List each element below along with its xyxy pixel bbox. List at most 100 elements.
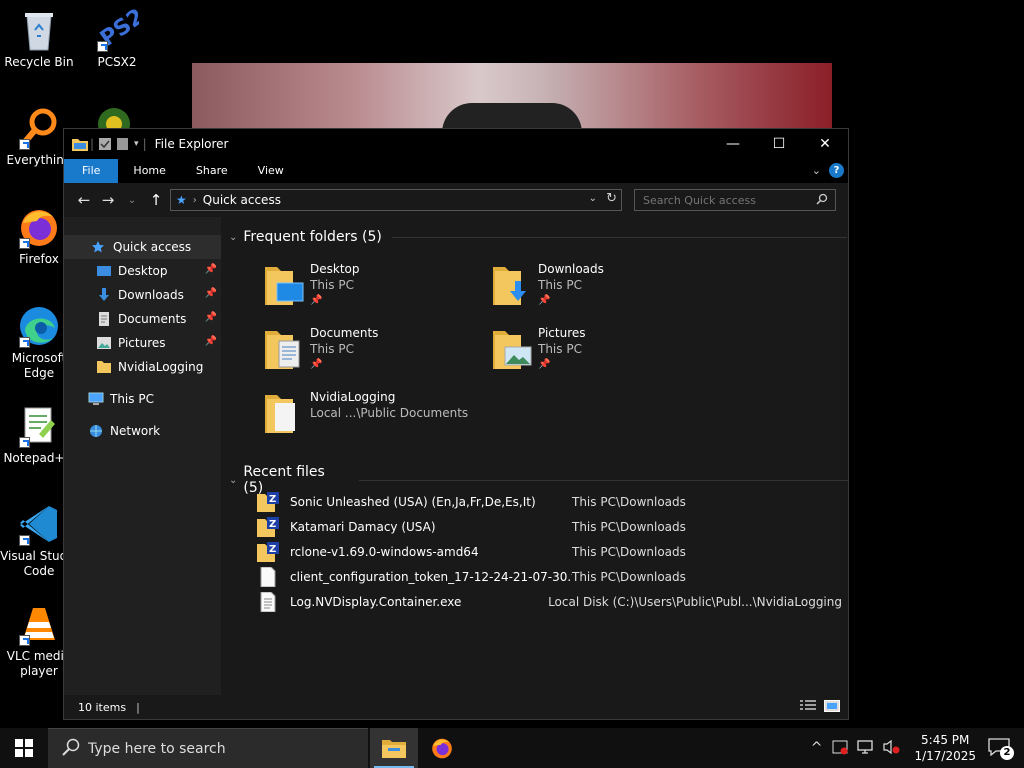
tab-share[interactable]: Share bbox=[181, 159, 243, 183]
expand-ribbon-chevron-icon[interactable]: ⌄ bbox=[812, 164, 821, 177]
game-icon bbox=[96, 106, 132, 140]
desktop-folder-icon bbox=[265, 261, 305, 309]
recent-file-row[interactable]: Z rclone-v1.69.0-windows-amd64 This PC\D… bbox=[257, 539, 842, 564]
navigation-bar: ← → ⌄ ↑ ★ › Quick access ⌄ ↻ bbox=[64, 183, 848, 217]
new-folder-icon[interactable] bbox=[116, 137, 130, 151]
up-arrow-icon[interactable]: ↑ bbox=[144, 191, 168, 209]
network-icon bbox=[88, 424, 104, 438]
nav-item-this-pc[interactable]: This PC bbox=[64, 387, 221, 411]
pin-icon[interactable]: 📌 bbox=[205, 336, 217, 347]
taskbar-firefox[interactable] bbox=[418, 728, 466, 768]
nav-item-desktop[interactable]: Desktop 📌 bbox=[64, 259, 221, 283]
svg-text:Z: Z bbox=[269, 544, 276, 555]
recent-file-row[interactable]: Z Katamari Damacy (USA) This PC\Download… bbox=[257, 514, 842, 539]
search-input[interactable] bbox=[635, 193, 805, 207]
title-bar[interactable]: | ▾ | File Explorer — ☐ ✕ bbox=[64, 129, 848, 159]
breadcrumb-separator-icon[interactable]: › bbox=[193, 195, 197, 206]
tab-home[interactable]: Home bbox=[118, 159, 180, 183]
large-icons-view-icon[interactable] bbox=[824, 700, 840, 715]
frequent-folder-desktop[interactable]: Desktop This PC 📌 bbox=[265, 261, 360, 309]
nav-item-documents[interactable]: Documents 📌 bbox=[64, 307, 221, 331]
start-button[interactable] bbox=[0, 728, 48, 768]
details-view-icon[interactable] bbox=[800, 700, 816, 715]
firefox-icon bbox=[17, 205, 61, 249]
search-box[interactable] bbox=[634, 189, 836, 211]
svg-text:Z: Z bbox=[269, 519, 276, 530]
everything-search-icon bbox=[17, 106, 61, 150]
search-icon bbox=[62, 738, 80, 759]
close-button[interactable]: ✕ bbox=[802, 129, 848, 159]
item-count: 10 items bbox=[78, 700, 127, 714]
pin-icon[interactable]: 📌 bbox=[205, 264, 217, 275]
file-explorer-window: | ▾ | File Explorer — ☐ ✕ File Home Shar… bbox=[63, 128, 849, 720]
pcsx2-icon: PS2 bbox=[95, 4, 149, 52]
pin-icon[interactable]: 📌 bbox=[205, 312, 217, 323]
downloads-folder-icon bbox=[493, 261, 533, 309]
folder-location: This PC bbox=[310, 278, 354, 292]
nav-item-downloads[interactable]: Downloads 📌 bbox=[64, 283, 221, 307]
archive-file-icon: Z bbox=[257, 516, 279, 537]
frequent-folder-nvidialogging[interactable]: NvidiaLogging Local ...\Public Documents bbox=[265, 389, 468, 437]
frequent-folder-downloads[interactable]: Downloads This PC 📌 bbox=[493, 261, 604, 309]
recent-file-row[interactable]: Z Sonic Unleashed (USA) (En,Ja,Fr,De,Es,… bbox=[257, 489, 842, 514]
volume-muted-icon[interactable] bbox=[882, 739, 900, 758]
taskbar: Type here to search ^ 5:45 PM 1/17/2025 … bbox=[0, 728, 1024, 768]
notifications-icon[interactable]: 2 bbox=[988, 738, 1014, 760]
folder-name: Pictures bbox=[538, 326, 586, 340]
star-icon bbox=[91, 240, 107, 254]
search-icon bbox=[816, 193, 828, 208]
nav-item-quick-access[interactable]: Quick access bbox=[64, 235, 221, 259]
address-dropdown-icon[interactable]: ⌄ bbox=[589, 193, 597, 204]
folder-name: NvidiaLogging bbox=[310, 390, 396, 404]
pin-icon[interactable]: 📌 bbox=[538, 357, 586, 373]
clock[interactable]: 5:45 PM 1/17/2025 bbox=[914, 732, 976, 764]
notification-count-badge: 2 bbox=[1000, 746, 1014, 760]
desktop-icon-recycle-bin[interactable]: Recycle Bin bbox=[0, 8, 78, 70]
minimize-button[interactable]: — bbox=[710, 129, 756, 159]
folder-name: Desktop bbox=[310, 262, 360, 276]
network-status-icon[interactable] bbox=[856, 739, 874, 758]
computer-icon bbox=[88, 392, 104, 406]
pin-icon[interactable]: 📌 bbox=[538, 293, 604, 309]
taskbar-search-box[interactable]: Type here to search bbox=[48, 728, 368, 768]
customize-toolbar-icon[interactable]: ▾ bbox=[134, 139, 139, 149]
tab-view[interactable]: View bbox=[243, 159, 299, 183]
pin-icon[interactable]: 📌 bbox=[310, 357, 378, 373]
taskbar-search-placeholder: Type here to search bbox=[88, 740, 226, 757]
recent-file-row[interactable]: client_configuration_token_17-12-24-21-0… bbox=[257, 564, 842, 589]
maximize-button[interactable]: ☐ bbox=[756, 129, 802, 159]
recent-locations-chevron-icon[interactable]: ⌄ bbox=[120, 195, 144, 206]
frequent-folder-pictures[interactable]: Pictures This PC 📌 bbox=[493, 325, 586, 373]
address-bar[interactable]: ★ › Quick access ⌄ ↻ bbox=[170, 189, 622, 211]
nav-item-nvidialogging[interactable]: NvidiaLogging bbox=[64, 355, 221, 379]
chevron-down-icon: ⌄ bbox=[229, 474, 238, 486]
desktop-icon-pcsx2[interactable]: PS2 PCSX2 bbox=[78, 4, 156, 70]
help-icon[interactable]: ? bbox=[829, 163, 844, 178]
window-title: File Explorer bbox=[154, 137, 229, 151]
frequent-folder-documents[interactable]: Documents This PC 📌 bbox=[265, 325, 378, 373]
tab-file[interactable]: File bbox=[64, 159, 119, 183]
archive-file-icon: Z bbox=[257, 541, 279, 562]
refresh-icon[interactable]: ↻ bbox=[606, 191, 617, 206]
recent-file-row[interactable]: Log.NVDisplay.Container.exe Local Disk (… bbox=[257, 589, 842, 614]
breadcrumb-quick-access[interactable]: Quick access bbox=[203, 193, 281, 207]
properties-icon[interactable] bbox=[98, 137, 112, 151]
clock-date: 1/17/2025 bbox=[914, 749, 976, 763]
folder-name: Downloads bbox=[538, 262, 604, 276]
nav-item-pictures[interactable]: Pictures 📌 bbox=[64, 331, 221, 355]
status-bar: 10 items | bbox=[64, 695, 848, 719]
pin-icon[interactable]: 📌 bbox=[310, 293, 360, 309]
frequent-folders-header[interactable]: ⌄ Frequent folders (5) bbox=[229, 229, 847, 245]
taskbar-file-explorer[interactable] bbox=[370, 728, 418, 768]
folder-location: This PC bbox=[538, 278, 582, 292]
nav-item-network[interactable]: Network bbox=[64, 419, 221, 443]
back-arrow-icon[interactable]: ← bbox=[72, 191, 96, 209]
desktop-icon bbox=[96, 264, 112, 278]
forward-arrow-icon[interactable]: → bbox=[96, 191, 120, 209]
file-explorer-icon bbox=[382, 740, 406, 758]
windows-logo-icon bbox=[15, 739, 33, 757]
show-hidden-icons-chevron-icon[interactable]: ^ bbox=[811, 740, 823, 756]
security-icon[interactable] bbox=[832, 739, 848, 758]
pin-icon[interactable]: 📌 bbox=[205, 288, 217, 299]
text-file-icon bbox=[257, 591, 279, 612]
